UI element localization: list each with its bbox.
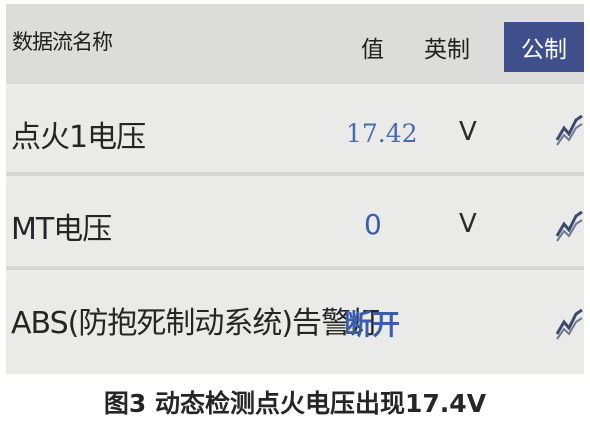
tab-metric-label: 公制 bbox=[521, 37, 567, 63]
graph-icon[interactable] bbox=[554, 306, 584, 340]
data-stream-row[interactable]: 点火1电压 17.42 V bbox=[6, 88, 584, 176]
row-value: 0 bbox=[364, 208, 382, 241]
data-stream-header: 数据流名称 值 英制 公制 bbox=[6, 4, 584, 84]
tab-imperial[interactable]: 英制 bbox=[424, 30, 470, 64]
data-stream-row[interactable]: ABS(防抱死制动系统)告警灯 断开 bbox=[6, 276, 584, 374]
column-header-value: 值 bbox=[361, 37, 384, 63]
graph-icon[interactable] bbox=[554, 208, 584, 242]
row-unit: V bbox=[459, 209, 477, 239]
tab-metric[interactable]: 公制 bbox=[504, 22, 584, 72]
row-unit: V bbox=[459, 117, 477, 147]
row-value: 17.42 bbox=[346, 119, 418, 148]
column-header-name: 数据流名称 bbox=[12, 30, 113, 54]
figure-caption: 图3 动态检测点火电压出现17.4V bbox=[103, 388, 487, 418]
row-label: 点火1电压 bbox=[11, 120, 146, 155]
row-value: 断开 bbox=[344, 308, 401, 341]
row-divider bbox=[6, 172, 584, 176]
graph-icon[interactable] bbox=[554, 112, 584, 146]
diagnostic-screen: 数据流名称 值 英制 公制 点火1电压 17.42 V MT电压 0 V ABS… bbox=[6, 4, 584, 374]
row-divider bbox=[6, 266, 584, 270]
data-stream-row[interactable]: MT电压 0 V bbox=[6, 182, 584, 270]
row-label: MT电压 bbox=[11, 212, 112, 247]
row-label: ABS(防抱死制动系统)告警灯 bbox=[11, 306, 380, 341]
